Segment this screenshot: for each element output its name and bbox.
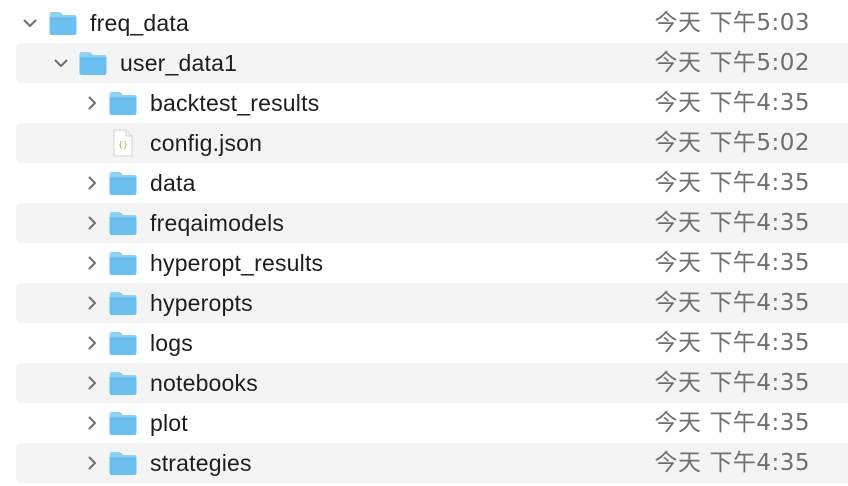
list-row-logs[interactable]: logs 今天 下午4:35 (0, 323, 848, 363)
list-row-config-json[interactable]: {} config.json 今天 下午5:02 (0, 123, 848, 163)
item-date: 今天 下午4:35 (654, 330, 810, 356)
folder-icon (108, 169, 138, 197)
chevron-right-icon[interactable] (84, 255, 100, 271)
folder-icon (108, 369, 138, 397)
list-row-freq-data[interactable]: freq_data 今天 下午5:03 (0, 3, 848, 43)
svg-text:{}: {} (118, 140, 128, 149)
item-date: 今天 下午4:35 (654, 170, 810, 196)
item-name: user_data1 (120, 50, 238, 76)
item-name: freq_data (90, 10, 189, 36)
folder-icon (108, 249, 138, 277)
item-name: plot (150, 410, 188, 436)
item-name: notebooks (150, 370, 258, 396)
item-date: 今天 下午5:02 (654, 50, 810, 76)
item-name: hyperopt_results (150, 250, 324, 276)
item-date: 今天 下午5:03 (654, 10, 810, 36)
folder-icon (108, 289, 138, 317)
list-row-notebooks[interactable]: notebooks 今天 下午4:35 (0, 363, 848, 403)
item-name: strategies (150, 450, 252, 476)
chevron-right-icon[interactable] (84, 375, 100, 391)
list-row-hyperopt-results[interactable]: hyperopt_results 今天 下午4:35 (0, 243, 848, 283)
item-name: data (150, 170, 196, 196)
list-row-backtest-results[interactable]: backtest_results 今天 下午4:35 (0, 83, 848, 123)
item-date: 今天 下午5:02 (654, 130, 810, 156)
item-date: 今天 下午4:35 (654, 90, 810, 116)
folder-icon (78, 49, 108, 77)
file-list: freq_data 今天 下午5:03 user_data1 今天 下午5:02… (0, 3, 848, 483)
folder-icon (108, 209, 138, 237)
item-date: 今天 下午4:35 (654, 250, 810, 276)
item-date: 今天 下午4:35 (654, 450, 810, 476)
folder-icon (48, 9, 78, 37)
json-file-icon: {} (108, 129, 138, 157)
item-date: 今天 下午4:35 (654, 410, 810, 436)
item-name: hyperopts (150, 290, 253, 316)
chevron-right-icon[interactable] (84, 215, 100, 231)
item-name: config.json (150, 130, 263, 156)
item-date: 今天 下午4:35 (654, 210, 810, 236)
list-row-plot[interactable]: plot 今天 下午4:35 (0, 403, 848, 443)
chevron-right-icon[interactable] (84, 175, 100, 191)
chevron-right-icon[interactable] (84, 335, 100, 351)
list-row-hyperopts[interactable]: hyperopts 今天 下午4:35 (0, 283, 848, 323)
item-name: freqaimodels (150, 210, 285, 236)
folder-icon (108, 409, 138, 437)
item-name: backtest_results (150, 90, 320, 116)
chevron-right-icon[interactable] (84, 95, 100, 111)
list-row-user-data1[interactable]: user_data1 今天 下午5:02 (0, 43, 848, 83)
item-name: logs (150, 330, 193, 356)
list-row-data[interactable]: data 今天 下午4:35 (0, 163, 848, 203)
item-date: 今天 下午4:35 (654, 370, 810, 396)
folder-icon (108, 329, 138, 357)
chevron-down-icon[interactable] (22, 15, 38, 31)
folder-icon (108, 449, 138, 477)
item-date: 今天 下午4:35 (654, 290, 810, 316)
folder-icon (108, 89, 138, 117)
chevron-right-icon[interactable] (84, 415, 100, 431)
chevron-down-icon[interactable] (53, 55, 69, 71)
list-row-freqaimodels[interactable]: freqaimodels 今天 下午4:35 (0, 203, 848, 243)
list-row-strategies[interactable]: strategies 今天 下午4:35 (0, 443, 848, 483)
chevron-right-icon[interactable] (84, 455, 100, 471)
chevron-right-icon[interactable] (84, 295, 100, 311)
